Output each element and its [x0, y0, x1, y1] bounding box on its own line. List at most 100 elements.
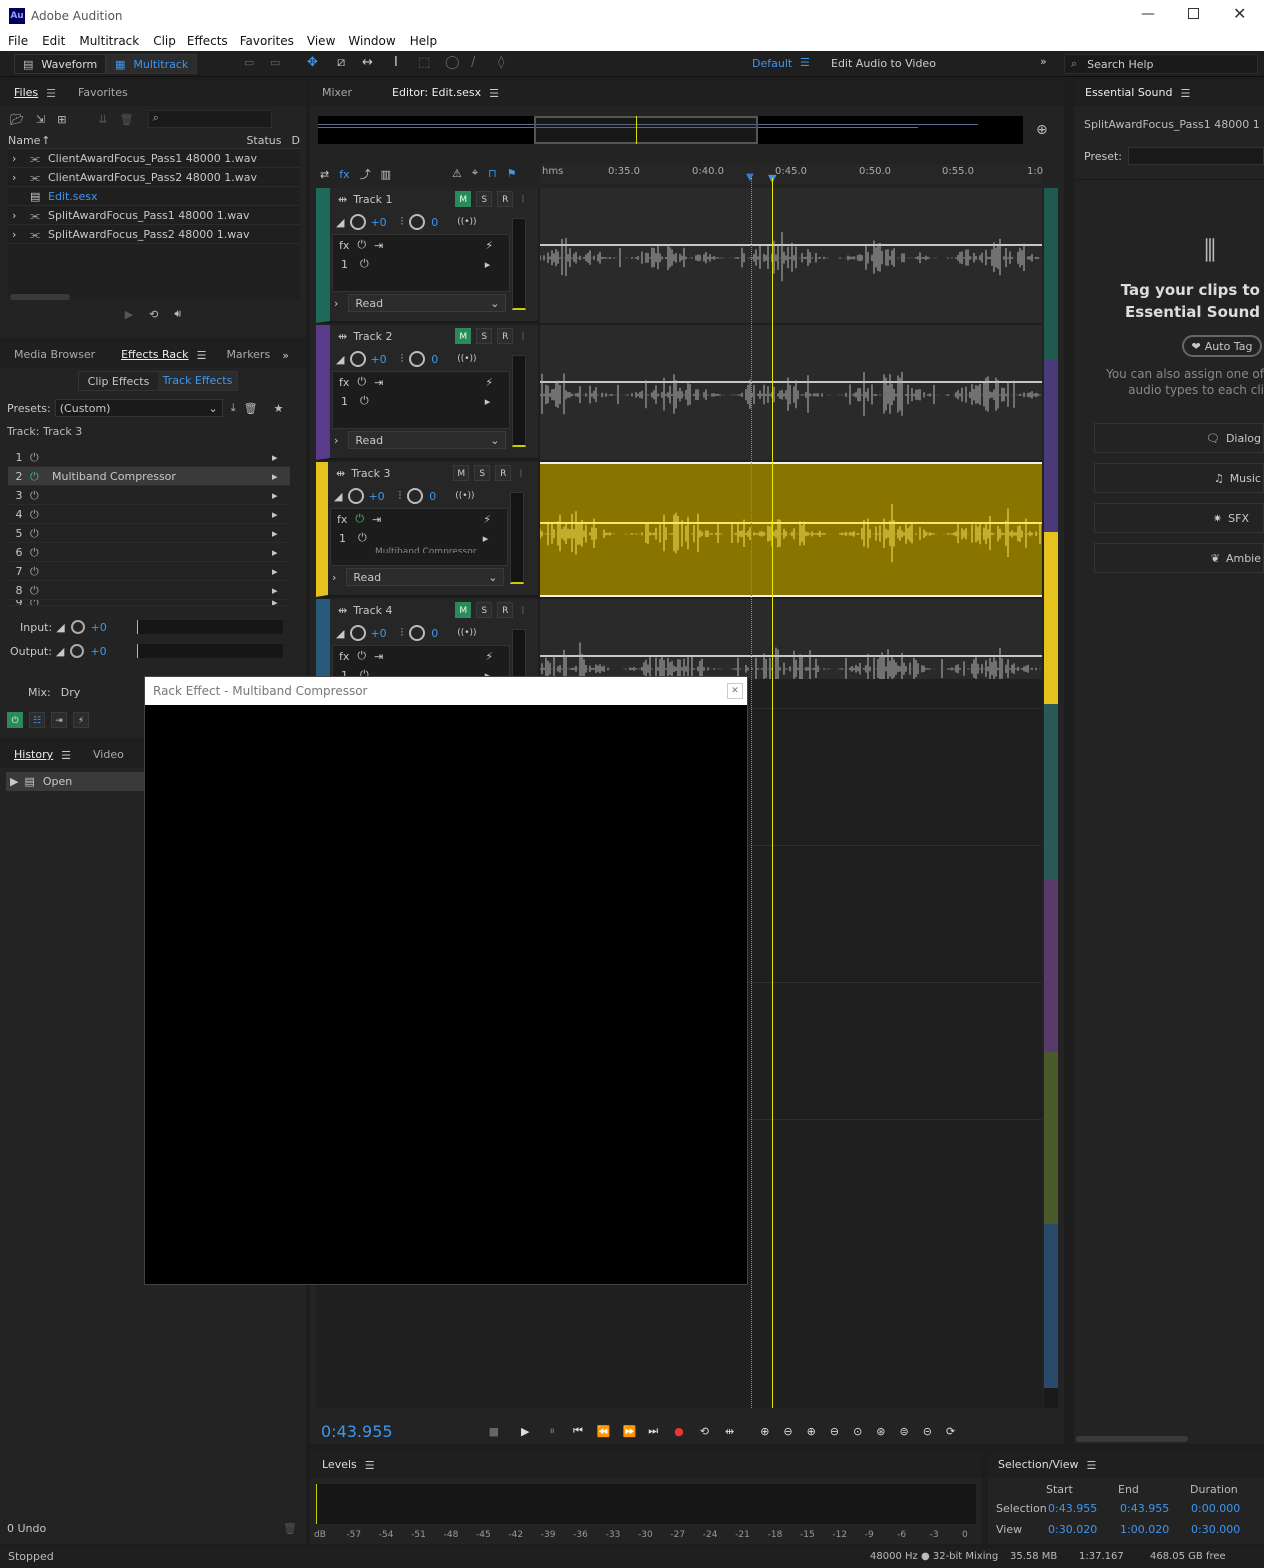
playhead-line[interactable] [772, 178, 773, 1408]
move-tool-icon[interactable]: ✥ [307, 55, 318, 70]
time-selection-icon[interactable]: I [394, 55, 398, 70]
tab-track-effects[interactable]: Track Effects [158, 372, 237, 390]
tab-mixer[interactable]: Mixer [314, 80, 360, 106]
workspace-menu-icon[interactable]: ☰ [800, 56, 810, 69]
list-item[interactable]: › ⫘ SplitAwardFocus_Pass2 48000 1.wav [8, 225, 300, 244]
fx-icon[interactable]: fx [339, 239, 349, 252]
delete-icon[interactable]: 🗑︎ [120, 113, 134, 126]
workspace-default[interactable]: Default [752, 57, 792, 70]
rack-effect-titlebar[interactable]: Rack Effect - Multiband Compressor ✕ [145, 677, 747, 705]
skip-forward-icon[interactable]: ⏭ [648, 1424, 658, 1438]
track-scrollbar[interactable] [1044, 188, 1058, 1408]
track-header[interactable]: ⇹ Track 2 M S R I ◢ +0 ⫶ 0 ((•)) fx ⏻ ⇥ ⚡ 1 ⏻ ▸ › Read ⌄ [316, 325, 538, 460]
slot-arrow-icon[interactable]: ▸ [272, 467, 290, 486]
power-icon[interactable]: ⏻ [357, 375, 366, 389]
menu-view[interactable]: View [307, 34, 335, 48]
view-end[interactable]: 1:00.020 [1120, 1523, 1169, 1536]
loop-playback-icon[interactable]: ⟲ [700, 1425, 709, 1438]
brush-icon[interactable]: / [471, 55, 475, 70]
col-d[interactable]: D [292, 134, 300, 147]
audio-clip[interactable] [540, 462, 1042, 597]
marquee-icon[interactable]: ⬚ [418, 55, 430, 70]
power-icon[interactable]: ⏻ [30, 562, 48, 581]
zoom-in-amplitude-icon[interactable]: ⊕ [760, 1425, 769, 1438]
solo-button[interactable]: S [476, 328, 493, 344]
col-status[interactable]: Status [246, 134, 281, 147]
slot-arrow-icon[interactable]: ▸ [272, 600, 290, 605]
effect-slot[interactable]: 6 ⏻ ▸ [8, 543, 290, 562]
record-arm-button[interactable]: R [497, 328, 514, 344]
save-preset-icon[interactable]: ⤓ [231, 401, 236, 415]
automation-mode-dropdown[interactable]: Read ⌄ [348, 431, 507, 449]
mute-button[interactable]: M [455, 328, 472, 344]
routing-icon[interactable]: ⇥ [374, 376, 383, 389]
solo-button[interactable]: S [476, 191, 493, 207]
minimize-icon[interactable]: — [1141, 6, 1155, 22]
input-monitor-icon[interactable]: I [521, 193, 524, 206]
track-name[interactable]: Track 3 [351, 467, 441, 480]
workspace-edit-audio-video[interactable]: Edit Audio to Video [831, 57, 936, 70]
menu-help[interactable]: Help [410, 34, 437, 48]
routing-icon[interactable]: ⇥ [51, 712, 67, 728]
autoplay-icon[interactable]: 🔊︎ [174, 307, 181, 321]
lasso-icon[interactable]: ◯ [445, 55, 460, 70]
zoom-fit-icon[interactable]: ⊕ [1036, 122, 1048, 138]
input-knob[interactable] [70, 620, 85, 634]
slot-arrow-icon[interactable]: ▸ [272, 486, 290, 505]
list-item[interactable]: › ⫘ ClientAwardFocus_Pass1 48000 1.wav [8, 149, 300, 168]
track-name[interactable]: Track 4 [353, 604, 443, 617]
effect-slot[interactable]: 5 ⏻ ▸ [8, 524, 290, 543]
play-icon[interactable]: ▶ [521, 1425, 529, 1438]
tab-media-browser[interactable]: Media Browser [6, 342, 103, 368]
pan-value[interactable]: 0 [429, 490, 455, 503]
audio-clip[interactable] [540, 325, 1042, 460]
mute-button[interactable]: M [455, 191, 472, 207]
volume-knob[interactable] [350, 625, 367, 641]
audio-clip[interactable] [540, 188, 1042, 323]
history-menu-icon[interactable]: ☰ [61, 749, 71, 762]
delete-preset-icon[interactable]: 🗑︎ [244, 402, 258, 415]
eq-icon[interactable]: ▥ [381, 168, 391, 181]
menu-edit[interactable]: Edit [42, 34, 65, 48]
input-monitor-icon[interactable]: I [521, 330, 524, 343]
power-icon[interactable]: ⏻ [30, 524, 48, 543]
files-scrollbar[interactable] [10, 294, 70, 300]
solo-button[interactable]: S [476, 602, 493, 618]
power-icon[interactable]: ⏻ [30, 505, 48, 524]
zoom-in-time-icon[interactable]: ⊕ [807, 1425, 816, 1438]
zoom-selection-icon[interactable]: ⊛ [876, 1425, 885, 1438]
power-icon[interactable]: ⏻ [360, 257, 369, 271]
output-knob[interactable] [70, 644, 85, 658]
track-name[interactable]: Track 2 [353, 330, 443, 343]
lightning-icon[interactable]: ⚡ [485, 376, 493, 389]
pan-knob[interactable] [409, 351, 426, 367]
view-duration[interactable]: 0:30.000 [1191, 1523, 1240, 1536]
sends-icon[interactable]: ⤴ [360, 166, 371, 182]
razor-tool-icon[interactable]: ⧄ [337, 55, 345, 70]
chevron-right-icon[interactable]: › [8, 149, 30, 168]
essential-menu-icon[interactable]: ☰ [1180, 87, 1190, 100]
current-time[interactable]: 0:43.955 [321, 1422, 393, 1441]
rewind-icon[interactable]: ⏪ [597, 1425, 611, 1438]
track-name[interactable]: Track 1 [353, 193, 443, 206]
pitch-icon[interactable]: ▭ [270, 56, 280, 69]
list-icon[interactable]: ☷ [29, 712, 45, 728]
routing-icon[interactable]: ⇥ [374, 239, 383, 252]
slot-arrow-icon[interactable]: ▸ [272, 524, 290, 543]
power-icon[interactable]: ⏻ [7, 712, 23, 728]
files-menu-icon[interactable]: ☰ [46, 87, 56, 100]
pan-value[interactable]: 0 [431, 216, 457, 229]
effect-slot[interactable]: 4 ⏻ ▸ [8, 505, 290, 524]
list-item[interactable]: › ⫘ SplitAwardFocus_Pass1 48000 1.wav [8, 206, 300, 225]
input-value[interactable]: +0 [91, 621, 107, 634]
slot-arrow-icon[interactable]: ▸ [485, 395, 491, 408]
close-icon[interactable]: ✕ [1233, 4, 1246, 23]
tab-files[interactable]: Files [6, 80, 46, 106]
lightning-icon[interactable]: ⚡ [485, 239, 493, 252]
col-name[interactable]: Name [8, 134, 41, 147]
power-icon[interactable]: ⏻ [355, 512, 364, 526]
selection-start[interactable]: 0:43.955 [1048, 1502, 1097, 1515]
mute-button[interactable]: M [453, 465, 470, 481]
slot-arrow-icon[interactable]: ▸ [272, 562, 290, 581]
record-arm-button[interactable]: R [495, 465, 512, 481]
